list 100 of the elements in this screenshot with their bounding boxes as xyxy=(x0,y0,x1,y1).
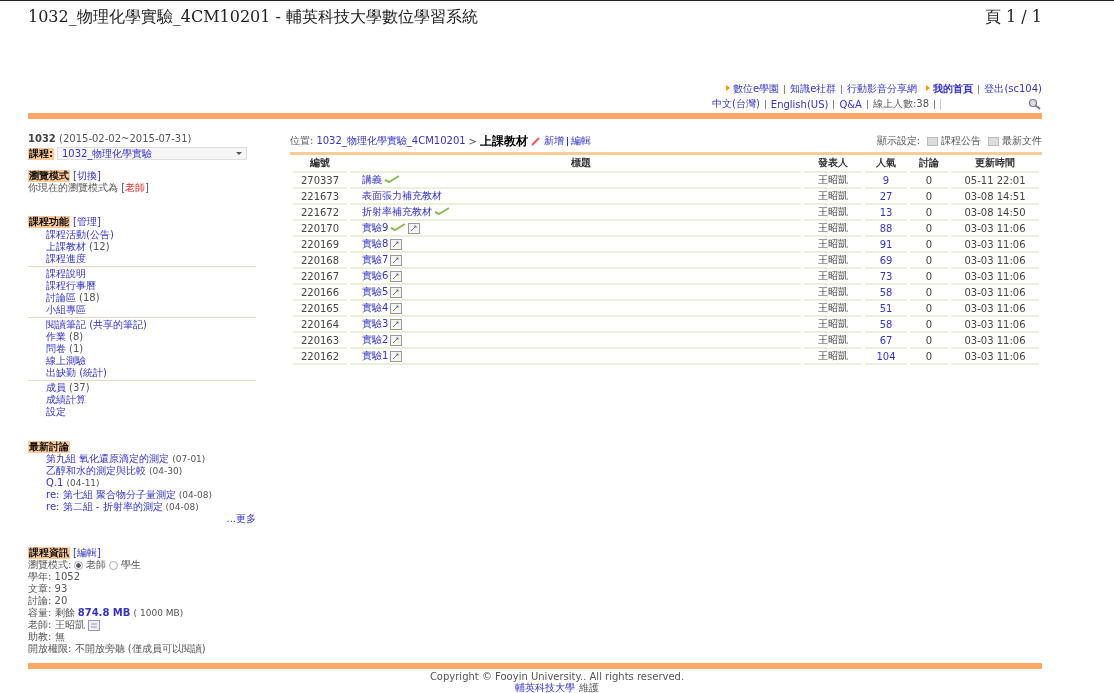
manage-link[interactable]: [管理] xyxy=(73,216,101,228)
material-link[interactable]: 實驗3 xyxy=(362,318,389,329)
switch-link[interactable]: [切換] xyxy=(73,170,101,182)
table-cell: 03-03 11:06 xyxy=(964,318,1026,330)
course-function-link[interactable]: 閱讀筆記 (共享的筆記) xyxy=(46,319,147,331)
header-link[interactable]: 登出(sc104) xyxy=(984,82,1042,96)
table-cell: 221672 xyxy=(300,206,340,218)
material-link[interactable]: 實驗4 xyxy=(362,302,389,313)
views-link[interactable]: 27 xyxy=(879,190,893,202)
course-function-link[interactable]: 問卷 xyxy=(46,343,66,355)
material-link[interactable]: 實驗7 xyxy=(362,254,389,265)
course-select[interactable]: 1032_物理化學實驗 xyxy=(57,147,247,160)
table-cell: 0 xyxy=(925,206,933,218)
column-header: 更新時間 xyxy=(975,157,1015,168)
more-link[interactable]: ...更多 xyxy=(226,513,256,525)
table-cell: 03-03 11:06 xyxy=(964,222,1026,234)
views-link[interactable]: 88 xyxy=(879,222,893,234)
document-icon[interactable] xyxy=(390,350,403,362)
discussion-link[interactable]: Q.1 xyxy=(46,477,64,489)
views-link[interactable]: 67 xyxy=(879,334,893,346)
course-function-link[interactable]: 設定 xyxy=(46,406,66,418)
action-link[interactable]: 新增 xyxy=(544,134,564,148)
document-icon[interactable] xyxy=(87,619,100,631)
material-link[interactable]: 實驗6 xyxy=(362,270,389,281)
course-function-link[interactable]: 出缺勤 (統計) xyxy=(46,367,107,379)
document-icon[interactable] xyxy=(390,334,403,346)
document-icon[interactable] xyxy=(408,222,421,234)
edit-link[interactable]: [編輯] xyxy=(73,547,101,559)
table-cell: 王昭凱 xyxy=(818,350,848,361)
search-icon[interactable] xyxy=(1028,98,1042,110)
course-function-link[interactable]: 成績計算 xyxy=(46,394,86,406)
material-link[interactable]: 實驗9 xyxy=(362,222,389,233)
course-function-link[interactable]: 課程說明 xyxy=(46,268,86,280)
table-cell: 王昭凱 xyxy=(818,270,848,281)
views-link[interactable]: 58 xyxy=(879,318,893,330)
views-link[interactable]: 58 xyxy=(879,286,893,298)
course-function-link[interactable]: 上課教材 xyxy=(46,241,86,253)
document-icon[interactable] xyxy=(390,318,403,330)
course-function-link[interactable]: 討論區 xyxy=(46,292,76,304)
course-function-link[interactable]: 課程行事曆 xyxy=(46,280,96,292)
material-link[interactable]: 折射率補充教材 xyxy=(362,206,432,217)
header-link[interactable]: English(US) xyxy=(770,98,829,110)
column-header: 人氣 xyxy=(876,157,896,168)
table-cell: 0 xyxy=(925,190,933,202)
display-label: 顯示設定: xyxy=(876,134,920,148)
header-link[interactable]: 我的首頁 xyxy=(926,82,974,96)
course-function-link[interactable]: 課程活動(公告) xyxy=(46,229,114,241)
column-header: 討論 xyxy=(919,157,939,168)
views-link[interactable]: 13 xyxy=(879,206,893,218)
material-link[interactable]: 實驗5 xyxy=(362,286,389,297)
document-icon[interactable] xyxy=(390,286,403,298)
checkbox[interactable] xyxy=(988,136,999,146)
checkbox[interactable] xyxy=(927,136,938,146)
document-icon[interactable] xyxy=(390,270,403,282)
discussion-link[interactable]: re: 第七組 聚合物分子量測定 xyxy=(46,489,176,501)
course-function-link[interactable]: 線上測驗 xyxy=(46,355,86,367)
document-icon[interactable] xyxy=(390,302,403,314)
table-cell: 220169 xyxy=(300,238,340,250)
material-link[interactable]: 實驗1 xyxy=(362,350,389,361)
table-cell: 0 xyxy=(925,238,933,250)
radio-button[interactable] xyxy=(74,560,84,570)
header-link[interactable]: 知識e社群 xyxy=(790,82,837,96)
views-link[interactable]: 104 xyxy=(876,350,896,362)
item-count: (8) xyxy=(69,331,84,343)
breadcrumb-link[interactable]: 1032_物理化學實驗_4CM10201 xyxy=(316,134,466,148)
material-link[interactable]: 表面張力補充教材 xyxy=(362,190,442,201)
info-line: 學年: 1052 xyxy=(28,571,80,583)
item-count: (1) xyxy=(69,343,84,355)
document-icon[interactable] xyxy=(390,254,403,266)
header-link[interactable]: 行動影音分享網 xyxy=(847,82,918,96)
radio-button[interactable] xyxy=(109,560,119,570)
views-link[interactable]: 91 xyxy=(879,238,893,250)
online-count: 線上人數:38 xyxy=(872,97,929,111)
header-link[interactable]: 中文(台灣) xyxy=(712,97,760,111)
views-link[interactable]: 9 xyxy=(882,174,890,186)
column-header: 編號 xyxy=(310,157,330,168)
discussion-link[interactable]: re: 第二組 - 折射率的測定 xyxy=(46,501,163,513)
course-function-link[interactable]: 成員 xyxy=(46,382,66,394)
table-cell: 221673 xyxy=(300,190,340,202)
discussion-link[interactable]: 乙醇和水的測定與比較 xyxy=(46,465,146,477)
material-link[interactable]: 實驗8 xyxy=(362,238,389,249)
header-link[interactable]: 數位e學園 xyxy=(726,82,780,96)
document-icon[interactable] xyxy=(390,238,403,250)
material-link[interactable]: 講義 xyxy=(362,174,382,185)
location-label: 位置: xyxy=(290,134,314,148)
table-cell: 03-03 11:06 xyxy=(964,238,1026,250)
material-link[interactable]: 實驗2 xyxy=(362,334,389,345)
course-function-link[interactable]: 小組專區 xyxy=(46,304,86,316)
table-cell: 0 xyxy=(925,302,933,314)
maintainer-link[interactable]: 輔英科技大學 xyxy=(515,682,576,693)
views-link[interactable]: 73 xyxy=(879,270,893,282)
table-cell: 0 xyxy=(925,286,933,298)
radio-label: 老師 xyxy=(86,559,107,571)
course-function-link[interactable]: 作業 xyxy=(46,331,66,343)
views-link[interactable]: 51 xyxy=(879,302,893,314)
views-link[interactable]: 69 xyxy=(879,254,893,266)
header-link[interactable]: Q&A xyxy=(839,98,862,110)
action-link[interactable]: 編輯 xyxy=(571,134,591,148)
course-function-link[interactable]: 課程進度 xyxy=(46,253,86,265)
discussion-link[interactable]: 第九組 氧化還原滴定的測定 xyxy=(46,453,170,465)
